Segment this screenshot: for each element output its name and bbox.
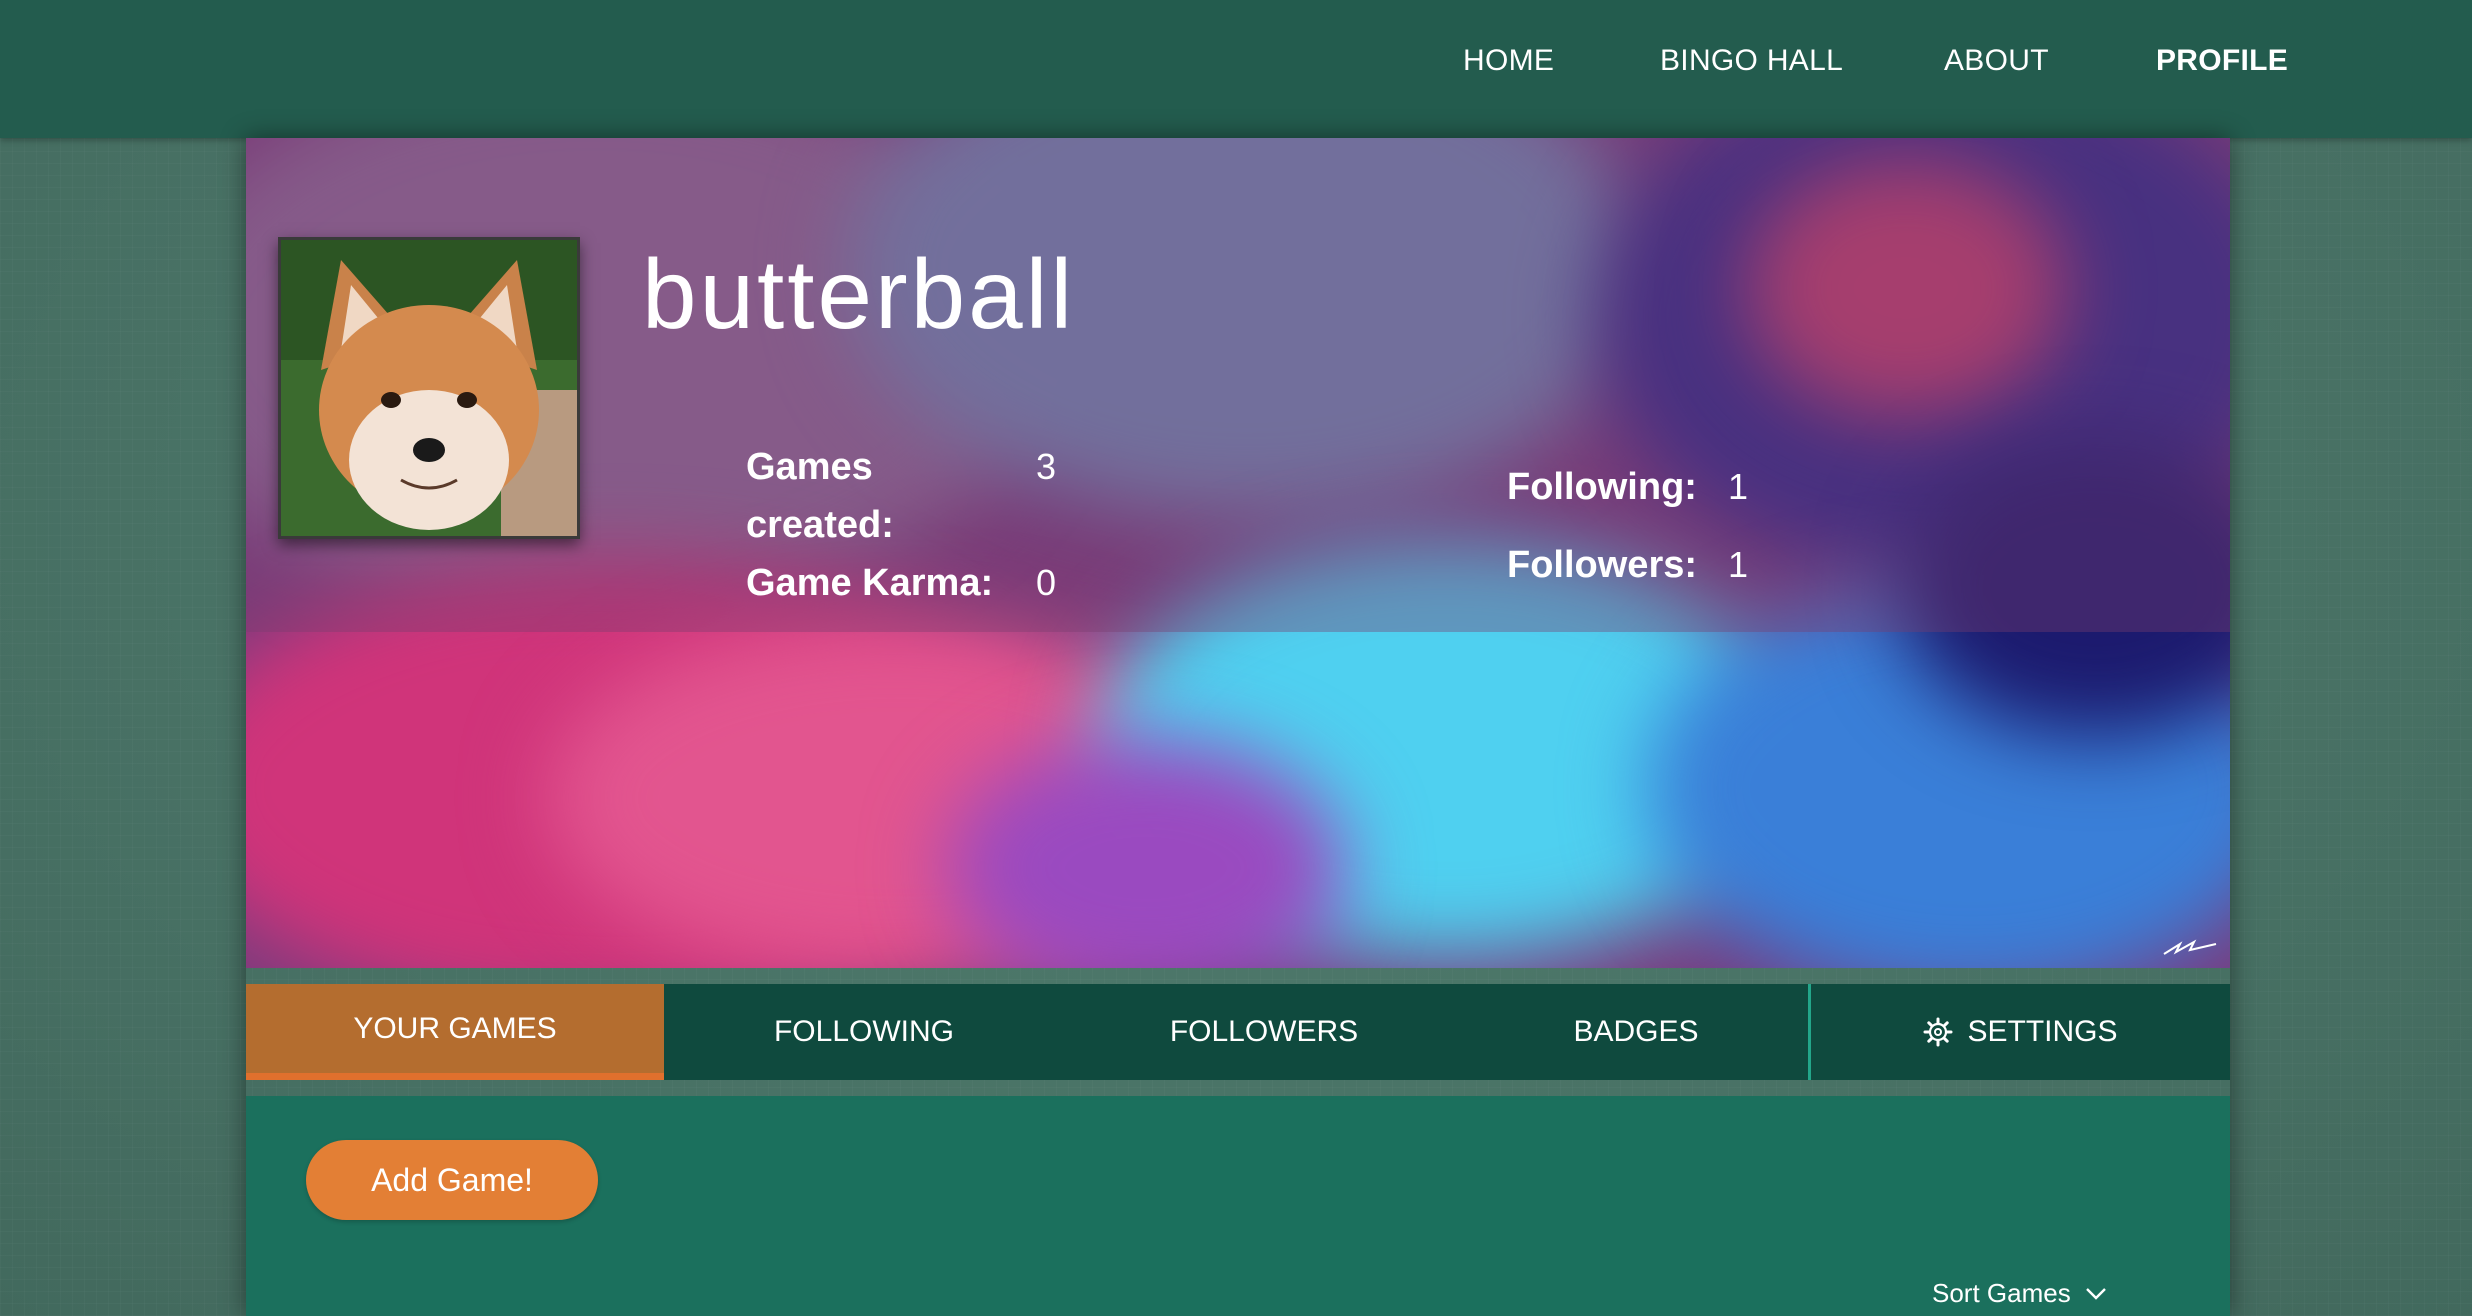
profile-username: butterball: [642, 239, 1076, 349]
tab-followers[interactable]: FOLLOWERS: [1064, 984, 1464, 1080]
add-game-button-visible[interactable]: Add Game!: [306, 1140, 598, 1220]
followers-value: 1: [1728, 544, 1749, 585]
games-created-label-line1: Games: [746, 446, 873, 488]
avatar: [278, 237, 580, 539]
tab-your-games[interactable]: YOUR GAMES: [246, 984, 664, 1080]
chevron-down-icon: [2085, 1287, 2106, 1300]
tab-settings[interactable]: SETTINGS: [1811, 984, 2230, 1080]
profile-banner-image: butterball Games created: 3 Game Karma: …: [246, 138, 2230, 968]
game-karma-label: Game Karma:: [746, 562, 994, 604]
top-navigation-bar: HOME BINGO HALL ABOUT PROFILE: [0, 0, 2472, 138]
followers-label: Followers:: [1507, 544, 1698, 586]
following-value: 1: [1728, 466, 1749, 507]
sort-games-dropdown[interactable]: Sort Games: [1932, 1278, 2107, 1309]
games-created-label: Games created:: [746, 438, 894, 554]
tab-badges[interactable]: BADGES: [1464, 984, 1808, 1080]
profile-tab-bar: YOUR GAMES FOLLOWING FOLLOWERS BADGES SE…: [246, 984, 2230, 1080]
following-label: Following:: [1507, 466, 1697, 508]
games-created-label-line2: created:: [746, 504, 894, 546]
nav-bingo-hall-link[interactable]: BINGO HALL: [1660, 44, 1843, 78]
tab-following[interactable]: FOLLOWING: [664, 984, 1064, 1080]
games-created-value: 3: [1036, 446, 1057, 487]
profile-card: butterball Games created: 3 Game Karma: …: [246, 138, 2230, 1316]
nav-profile-link[interactable]: PROFILE: [2156, 44, 2288, 78]
tab-badges-label: BADGES: [1573, 1015, 1699, 1048]
game-karma-value: 0: [1036, 562, 1057, 603]
sort-games-label: Sort Games: [1932, 1278, 2071, 1308]
nav-about-link[interactable]: ABOUT: [1944, 44, 2049, 78]
tab-your-games-label: YOUR GAMES: [353, 1012, 557, 1045]
nav-home-link[interactable]: HOME: [1463, 44, 1554, 78]
tab-settings-label: SETTINGS: [1967, 1015, 2118, 1048]
tab-followers-label: FOLLOWERS: [1169, 1015, 1359, 1048]
artist-signature-icon: [2163, 939, 2217, 955]
tab-following-label: FOLLOWING: [773, 1015, 954, 1048]
gear-icon: [1923, 1017, 1953, 1047]
fox-photo-icon: [281, 240, 577, 536]
